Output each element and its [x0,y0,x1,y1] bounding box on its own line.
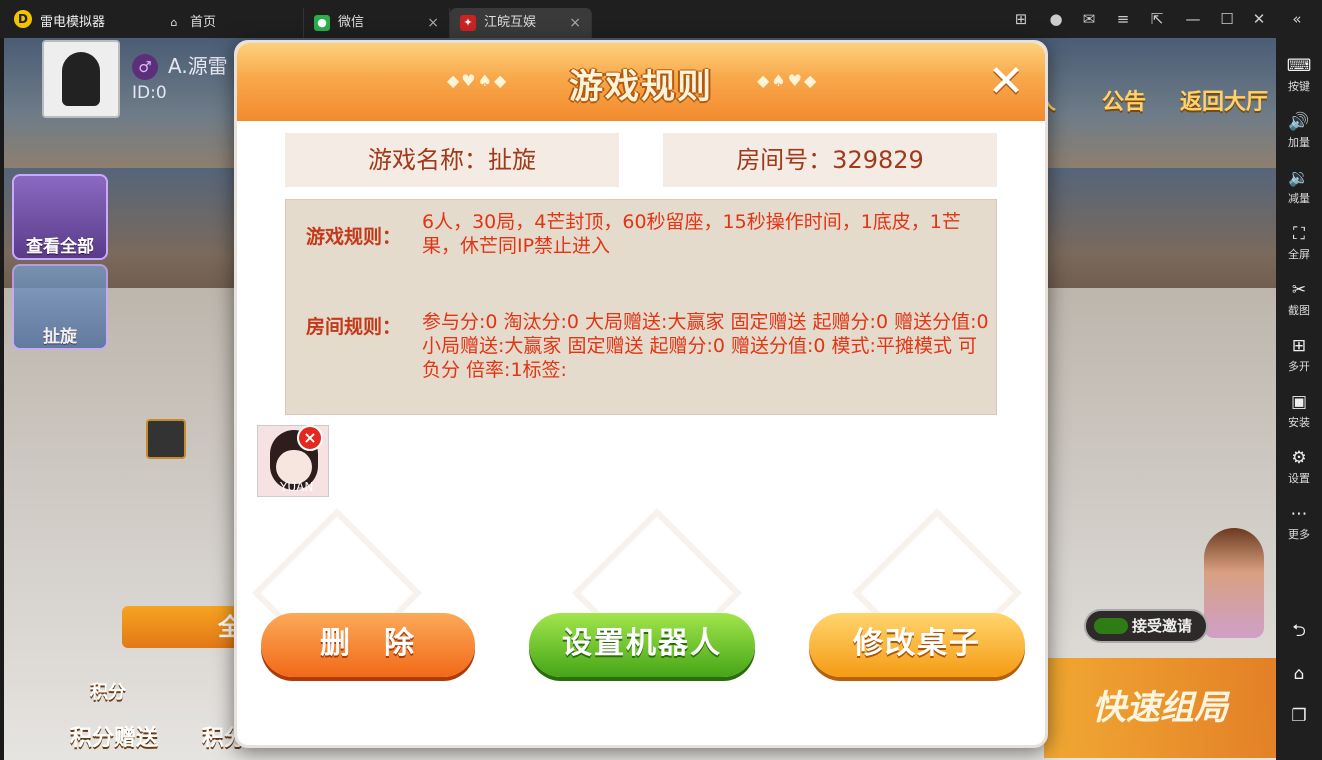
close-tab-icon[interactable]: × [569,8,581,38]
more-icon: ⋯ [1290,504,1308,524]
recent-apps-icon[interactable]: ❐ [1276,706,1322,726]
back-icon[interactable]: ⮌ [1276,618,1322,647]
robot-skin [276,450,312,484]
robot-name: YUAN [280,480,314,494]
scissors-icon: ✂ [1291,280,1307,300]
sidebar-item-volume-down[interactable]: 🔉 减量 [1276,166,1322,218]
player-id: ID:0 [132,83,167,103]
player-avatar[interactable] [42,40,120,118]
game-rules-dialog: ◆♥♠◆ 游戏规则 ◆♠♥◆ ✕ 游戏名称：扯旋 房间号：329829 游戏规则… [234,40,1048,748]
sidebar-item-label: 安装 [1288,416,1310,429]
suit-decoration-right: ◆♠♥◆ [757,71,819,90]
sidebar-item-label: 设置 [1288,472,1310,485]
sidebar-item-label: 按键 [1288,80,1310,93]
delete-button[interactable]: 删 除 [261,613,475,677]
toggle-switch-icon [1094,618,1128,634]
mail-icon[interactable]: ✉ [1080,10,1098,28]
back-to-lobby-button[interactable]: 返回大厅 [1180,84,1268,116]
user-icon[interactable]: ● [1047,10,1065,28]
sidebar-item-label: 更多 [1288,528,1310,541]
sidebar-item-label: 截图 [1288,304,1310,317]
close-tab-icon[interactable]: × [427,8,439,38]
apk-icon: ▣ [1290,392,1308,412]
restore-icon[interactable]: ⇱ [1148,10,1166,28]
invite-label: 接受邀请 [1132,617,1193,635]
game-name-field: 游戏名称：扯旋 [285,133,619,187]
multi-instance-icon: ⊞ [1291,336,1307,356]
volume-down-icon: 🔉 [1288,168,1310,188]
close-dialog-icon[interactable]: ✕ [981,59,1031,109]
sidebar-item-settings[interactable]: ⚙ 设置 [1276,446,1322,498]
player-name: A.源雷 [168,54,228,78]
points-caption: 积分 [90,682,126,703]
room-rules-text: 参与分:0 淘汰分:0 大局赠送:大赢家 固定赠送 起赠分:0 赠送分值:0 小… [422,311,989,381]
dialog-title: 游戏规则 [569,67,713,107]
sidebar-item-label: 加量 [1288,136,1310,149]
home-button-icon[interactable]: ⌂ [1276,664,1322,684]
tab-game[interactable]: ✦ 江皖互娱 × [450,8,592,38]
tab-label: 微信 [338,15,365,30]
chexuan-button[interactable]: 扯旋 [12,264,108,350]
tab-label: 江皖互娱 [484,15,537,30]
fullscreen-icon: ⛶ [1293,224,1305,244]
sidebar-item-volume-up[interactable]: 🔊 加量 [1276,110,1322,162]
set-robot-button[interactable]: 设置机器人 [529,613,755,677]
view-all-button[interactable]: 查看全部 [12,174,108,260]
sidebar-item-label: 多开 [1288,360,1310,373]
wechat-icon: ● [314,15,330,31]
app-logo-icon: D [14,10,32,28]
home-icon: ⌂ [170,16,178,29]
hooded-avatar-icon [62,52,100,106]
male-gender-icon: ♂ [132,54,158,80]
announcement-button[interactable]: 公告 [1102,84,1146,116]
sidebar-item-screenshot[interactable]: ✂ 截图 [1276,278,1322,330]
minimize-icon[interactable]: — [1184,10,1202,28]
points-gift-button[interactable]: 积分赠送 [70,720,158,752]
sidebar-item-fullscreen[interactable]: ⛶ 全屏 [1276,222,1322,274]
mascot-character [1204,528,1264,638]
room-number-field: 房间号：329829 [663,133,997,187]
sidebar-item-label: 减量 [1288,192,1310,205]
game-rules-label: 游戏规则： [306,226,402,248]
seat-avatar[interactable] [146,419,186,459]
sidebar-item-multi[interactable]: ⊞ 多开 [1276,334,1322,386]
volume-up-icon: 🔊 [1288,112,1310,132]
game-app-icon: ✦ [460,15,476,31]
tab-home[interactable]: ⌂ 首页 [156,8,304,38]
gear-icon: ⚙ [1291,448,1307,468]
emulator-sidebar: ⌨ 按键 🔊 加量 🔉 减量 ⛶ 全屏 ✂ 截图 ⊞ 多开 ▣ 安装 ⚙ 设置 ⋯ 更多 ⮌ ⌂ … [1276,38,1322,760]
app-name: 雷电模拟器 [40,15,106,30]
tab-wechat[interactable]: ● 微信 × [304,8,450,38]
menu-icon[interactable]: ≡ [1114,10,1132,28]
close-window-icon[interactable]: ✕ [1250,10,1268,28]
game-rules-text: 6人，30局，4芒封顶，60秒留座，15秒操作时间，1底皮，1芒果，休芒同IP禁… [422,211,961,257]
room-rules-label: 房间规则： [306,316,402,338]
gamepad-icon[interactable]: ⊞ [1012,10,1030,28]
rules-panel: 游戏规则： 6人，30局，4芒封顶，60秒留座，15秒操作时间，1底皮，1芒果，… [285,199,997,415]
tab-label: 首页 [190,15,217,30]
accept-invite-toggle[interactable]: 接受邀请 [1084,609,1208,643]
emulator-titlebar: D 雷电模拟器 ⌂ 首页 ● 微信 × ✦ 江皖互娱 × ⊞ ● ✉ ≡ ⇱ —… [0,0,1322,38]
modify-table-button[interactable]: 修改桌子 [809,613,1025,677]
collapse-sidebar-icon[interactable]: « [1288,10,1306,28]
sidebar-item-more[interactable]: ⋯ 更多 [1276,502,1322,554]
orange-bar-button[interactable]: 全 [122,606,252,648]
keyboard-icon: ⌨ [1286,56,1312,76]
quick-match-button[interactable]: 快速组局 [1044,658,1276,758]
remove-robot-icon[interactable]: × [297,425,323,451]
sidebar-item-label: 全屏 [1288,248,1310,261]
maximize-icon[interactable]: ☐ [1218,10,1236,28]
sidebar-item-keymap[interactable]: ⌨ 按键 [1276,54,1322,106]
sidebar-item-install[interactable]: ▣ 安装 [1276,390,1322,442]
